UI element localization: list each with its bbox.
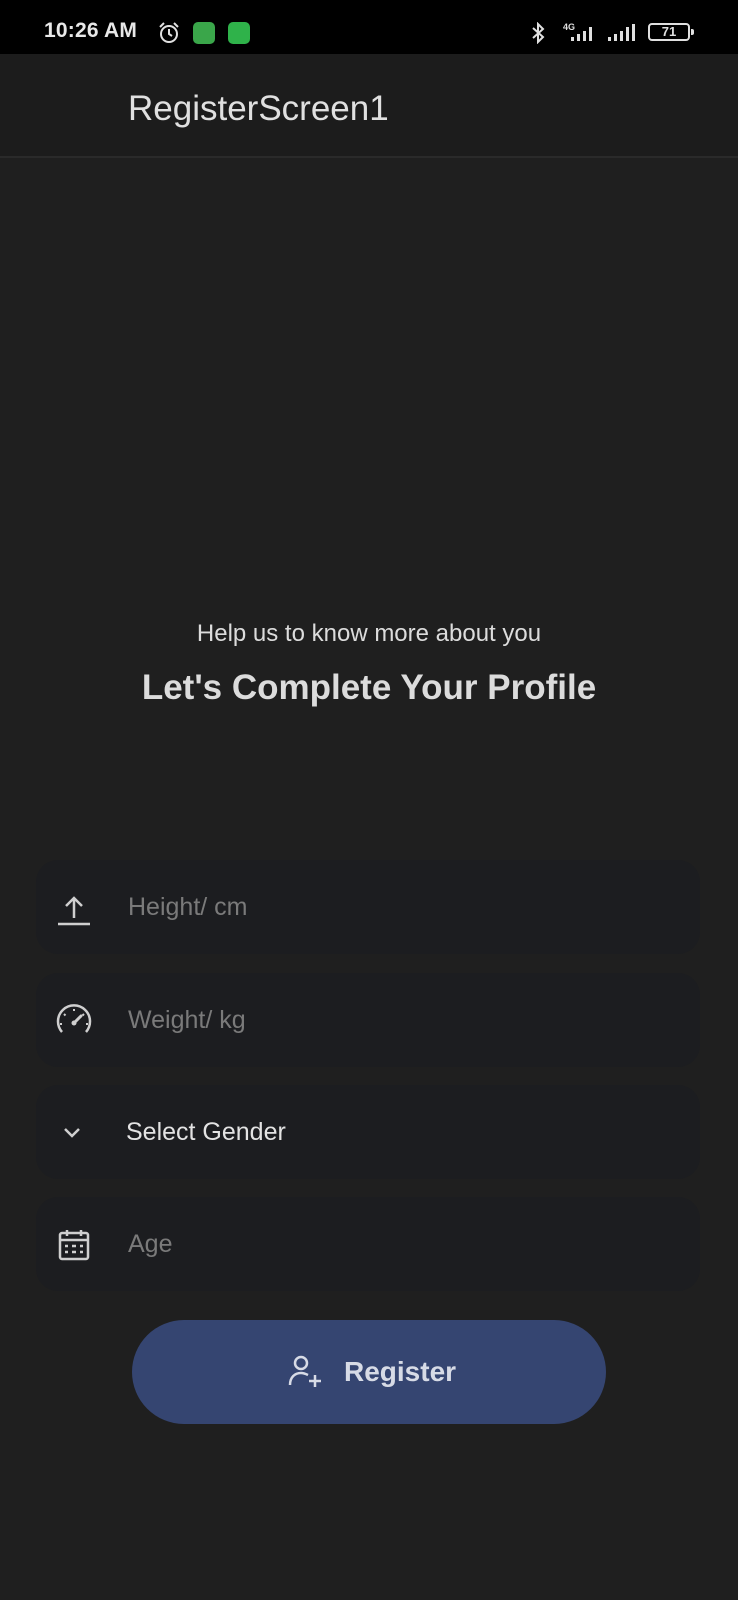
weight-input[interactable] xyxy=(128,973,668,1067)
app-bar-title: RegisterScreen1 xyxy=(128,89,389,128)
height-field[interactable] xyxy=(36,860,700,954)
age-input[interactable] xyxy=(128,1197,668,1291)
register-button[interactable]: Register xyxy=(132,1320,606,1424)
speedometer-icon xyxy=(56,1004,92,1033)
status-bar: 10:26 AM 4G 71 xyxy=(0,0,738,54)
alarm-icon xyxy=(159,22,179,43)
upload-arrow-icon xyxy=(58,896,90,926)
add-user-icon xyxy=(288,1355,321,1387)
profile-title: Let's Complete Your Profile xyxy=(141,668,597,707)
calendar-icon xyxy=(58,1230,90,1261)
cellular-signal-icon: 4G xyxy=(563,22,592,41)
register-screen: 10:26 AM 4G 71 RegisterScreen1 Help us t… xyxy=(0,0,738,1600)
gender-select[interactable]: Select Gender xyxy=(36,1085,700,1179)
height-input[interactable] xyxy=(128,860,668,954)
chevron-down-icon xyxy=(64,1128,80,1138)
gender-select-value: Select Gender xyxy=(126,1118,286,1146)
profile-subtitle: Help us to know more about you xyxy=(196,620,542,647)
register-label: Register xyxy=(344,1356,457,1387)
network-type: 4G xyxy=(563,22,575,32)
age-field[interactable] xyxy=(36,1197,700,1291)
weight-field[interactable] xyxy=(36,973,700,1067)
battery-indicator: 71 xyxy=(648,23,694,41)
cellular-signal-2-icon xyxy=(608,24,635,41)
bluetooth-icon xyxy=(532,22,545,44)
whatsapp-icon xyxy=(228,22,250,44)
app-bar: RegisterScreen1 xyxy=(0,54,738,158)
status-time: 10:26 AM xyxy=(44,19,138,42)
notification-app-icon xyxy=(193,22,215,44)
